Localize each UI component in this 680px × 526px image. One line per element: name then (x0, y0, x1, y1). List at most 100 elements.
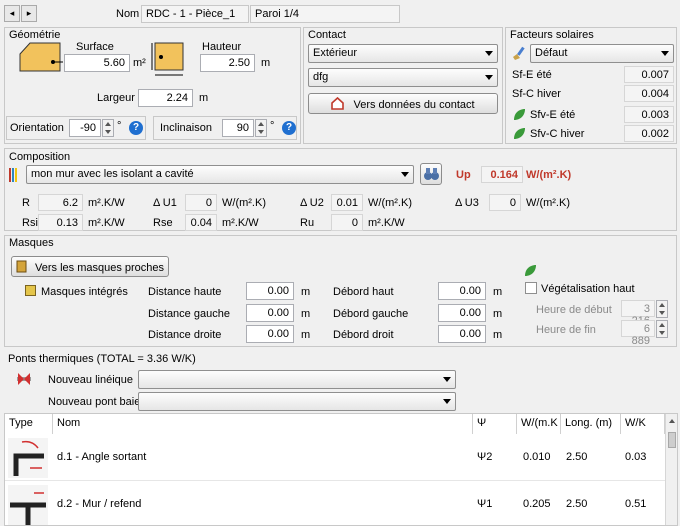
distance-haute-label: Distance haute (148, 286, 222, 298)
rsi-unit: m².K/W (88, 217, 125, 229)
col-type[interactable]: Type (5, 414, 53, 434)
table-scrollbar[interactable] (665, 414, 677, 525)
debord-droit-label: Débord droit (333, 329, 394, 341)
orientation-help-icon[interactable]: ? (129, 121, 143, 135)
heure-fin-input[interactable]: 6 889 (621, 320, 655, 347)
vers-donnees-contact-button[interactable]: Vers données du contact (308, 93, 498, 114)
rse-label: Rse (153, 217, 173, 229)
nav-back-button[interactable]: ◂ (4, 5, 20, 22)
scroll-thumb[interactable] (668, 432, 676, 448)
nouveau-lineique-label: Nouveau linéique (48, 374, 134, 386)
col-nom[interactable]: Nom (53, 414, 473, 434)
surface-input[interactable]: 5.60 (64, 54, 130, 72)
debord-haut-input[interactable]: 0.00 (438, 282, 486, 300)
layers-icon (9, 168, 19, 182)
paroi-field[interactable]: Paroi 1/4 (250, 5, 400, 23)
up-unit: W/(m².K) (526, 169, 572, 181)
orientation-group: Orientation -90 ° ? (6, 116, 146, 140)
angle-sortant-icon (8, 438, 48, 478)
sf-c-hiver-value: 0.004 (624, 85, 674, 102)
composition-edit-button[interactable] (420, 163, 442, 185)
distance-haute-input[interactable]: 0.00 (246, 282, 294, 300)
table-header: Type Nom Ψ W/(m.K Long. (m) W/K (5, 414, 665, 434)
row2-psi: Ψ1 (477, 498, 493, 510)
sfv-e-ete-value: 0.003 (624, 106, 674, 123)
hauteur-label: Hauteur (202, 41, 242, 53)
vers-masques-button[interactable]: Vers les masques proches (11, 256, 169, 277)
row2-nom: d.2 - Mur / refend (57, 498, 142, 510)
up-label: Up (456, 169, 471, 181)
ru-label: Ru (300, 217, 315, 229)
heure-fin-stepper[interactable] (656, 320, 668, 338)
row1-psi: Ψ2 (477, 451, 493, 463)
up-value: 0.164 (481, 166, 523, 183)
composition-select-value: mon mur avec les isolant a cavité (31, 168, 194, 180)
debord-droit-input[interactable]: 0.00 (438, 325, 486, 343)
sfv-e-ete-label: Sfv-E été (530, 109, 576, 121)
distance-haute-unit: m (301, 286, 311, 298)
scroll-up-icon[interactable] (669, 419, 675, 423)
hauteur-input[interactable]: 2.50 (200, 54, 255, 72)
leaf-icon (512, 127, 526, 141)
row2-wk: 0.51 (625, 498, 647, 510)
chevron-down-icon (443, 399, 451, 404)
row1-nom: d.1 - Angle sortant (57, 451, 147, 463)
col-psi[interactable]: Ψ (473, 414, 517, 434)
orientation-unit: ° (117, 120, 122, 132)
house-icon (331, 96, 345, 113)
largeur-input[interactable]: 2.24 (138, 89, 193, 107)
debord-haut-label: Débord haut (333, 286, 394, 298)
distance-droite-label: Distance droite (148, 329, 222, 341)
chevron-down-icon (401, 172, 409, 177)
nouveau-lineique-select[interactable] (138, 370, 456, 389)
col-long[interactable]: Long. (m) (561, 414, 621, 434)
table-row[interactable]: d.2 - Mur / refend Ψ1 0.205 2.50 0.51 (5, 482, 665, 525)
debord-haut-unit: m (493, 286, 503, 298)
inclinaison-input[interactable]: 90 (222, 119, 254, 137)
inclinaison-stepper[interactable] (255, 119, 267, 137)
leaf-icon (512, 108, 526, 122)
orientation-input[interactable]: -90 (69, 119, 101, 137)
masques-panel: Masques Vers les masques proches Masques… (4, 235, 677, 347)
distance-gauche-unit: m (301, 308, 311, 320)
sf-e-ete-label: Sf-E été (512, 69, 552, 81)
vegetalisation-checkbox[interactable] (525, 282, 537, 294)
nouveau-pont-baie-select[interactable] (138, 392, 456, 411)
surface-unit: m² (133, 57, 146, 69)
composition-select[interactable]: mon mur avec les isolant a cavité (26, 165, 414, 184)
heure-debut-input[interactable]: 3 216 (621, 300, 655, 327)
vers-donnees-contact-label: Vers données du contact (353, 98, 475, 111)
col-wmk[interactable]: W/(m.K (517, 414, 561, 434)
row1-wk: 0.03 (625, 451, 647, 463)
contact-name-select[interactable]: dfg (308, 68, 498, 87)
nom-field[interactable]: RDC - 1 - Pièce_1 (141, 5, 249, 23)
col-wk[interactable]: W/K (621, 414, 665, 434)
row2-long: 2.50 (566, 498, 588, 510)
orientation-stepper[interactable] (102, 119, 114, 137)
surface-icon (19, 42, 65, 72)
distance-droite-input[interactable]: 0.00 (246, 325, 294, 343)
ponts-table: Type Nom Ψ W/(m.K Long. (m) W/K d.1 - An… (4, 413, 678, 526)
vegetalisation-label: Végétalisation haut (541, 283, 635, 295)
debord-gauche-label: Débord gauche (333, 308, 409, 320)
facteurs-select[interactable]: Défaut (530, 44, 674, 63)
debord-gauche-unit: m (493, 308, 503, 320)
contact-type-select[interactable]: Extérieur (308, 44, 498, 63)
table-row[interactable]: d.1 - Angle sortant Ψ2 0.010 2.50 0.03 (5, 435, 665, 481)
sfv-c-hiver-label: Sfv-C hiver (530, 128, 585, 140)
rsi-value: 0.13 (38, 214, 83, 231)
row1-wmk: 0.010 (523, 451, 551, 463)
distance-gauche-input[interactable]: 0.00 (246, 304, 294, 322)
vers-masques-label: Vers les masques proches (35, 261, 165, 274)
heure-debut-stepper[interactable] (656, 300, 668, 318)
masques-title: Masques (9, 237, 54, 249)
nav-forward-button[interactable]: ▸ (21, 5, 37, 22)
largeur-label: Largeur (97, 92, 135, 104)
contact-type-value: Extérieur (313, 47, 358, 59)
rsi-label: Rsi (22, 217, 38, 229)
du2-unit: W/(m².K) (368, 197, 412, 209)
du1-unit: W/(m².K) (222, 197, 266, 209)
sfv-c-hiver-value: 0.002 (624, 125, 674, 142)
inclinaison-help-icon[interactable]: ? (282, 121, 296, 135)
debord-gauche-input[interactable]: 0.00 (438, 304, 486, 322)
